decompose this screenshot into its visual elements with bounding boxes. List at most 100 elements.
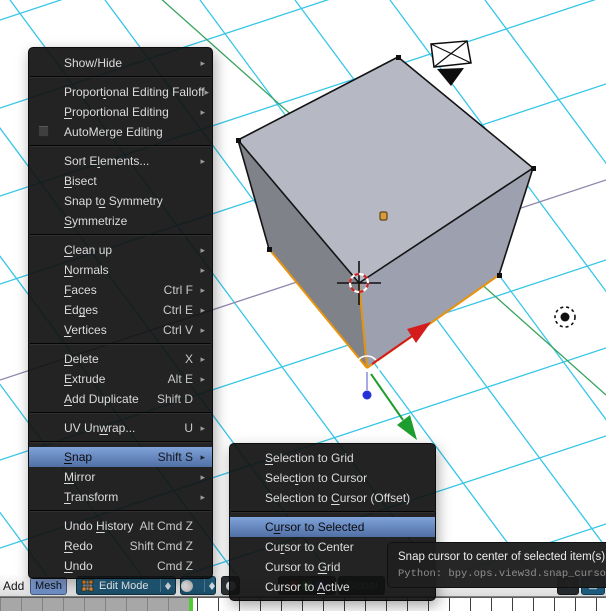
menu-separator — [231, 511, 434, 513]
tooltip-python-hint: Python: bpy.ops.view3d.snap_cursor_ — [398, 568, 606, 580]
tooltip: Snap cursor to center of selected item(s… — [387, 542, 606, 588]
menu-item-label: Bisect — [64, 174, 97, 188]
menu-item-label: Snap to Symmetry — [64, 194, 163, 208]
blender-window: Add Mesh Edit Mode Show/Hide ▸ Proportio… — [0, 0, 606, 611]
menu-item-snap[interactable]: Snap Shift S ▸ — [29, 447, 212, 467]
menu-item-shortcut: Shift S — [157, 450, 193, 464]
submenu-arrow-icon: ▸ — [200, 244, 205, 255]
menu-item-label: Add Duplicate — [64, 392, 139, 406]
menu-item-shortcut: Cmd Z — [157, 559, 193, 573]
menu-item-undo-history[interactable]: Undo History Alt Cmd Z — [29, 516, 212, 536]
menu-item-shortcut: Ctrl E — [163, 303, 193, 317]
menu-item-selection-to-grid[interactable]: Selection to Grid — [230, 448, 435, 468]
timeline-out-of-range — [0, 598, 190, 611]
menu-item-label: Mirror — [64, 470, 96, 484]
submenu-arrow-icon: ▸ — [200, 155, 205, 166]
menu-item-redo[interactable]: Redo Shift Cmd Z — [29, 536, 212, 556]
menu-item-vertices[interactable]: Vertices Ctrl V ▸ — [29, 320, 212, 340]
menu-item-clean-up[interactable]: Clean up ▸ — [29, 240, 212, 260]
submenu-arrow-icon: ▸ — [200, 304, 205, 315]
mesh-menu-label: Mesh — [35, 580, 62, 592]
menu-item-uv-unwrap[interactable]: UV Unwrap... U ▸ — [29, 418, 212, 438]
menu-separator — [30, 76, 211, 78]
menu-item-label: Normals — [64, 263, 109, 277]
viewport-shading-icon — [181, 579, 193, 592]
menu-separator — [30, 145, 211, 147]
menu-item-shortcut: Shift D — [156, 392, 193, 406]
menu-item-label: Transform — [64, 490, 119, 504]
submenu-arrow-icon: ▸ — [200, 57, 205, 68]
menu-item-label: Redo — [64, 539, 93, 553]
menu-item-proportional-editing-falloff[interactable]: Proportional Editing Falloff ▸ — [29, 82, 212, 102]
menu-item-shortcut: Alt E — [167, 372, 193, 386]
object-origin-dot — [379, 211, 388, 221]
menu-item-shortcut: Ctrl V — [163, 323, 193, 337]
menu-item-selection-to-cursor[interactable]: Selection to Cursor — [230, 468, 435, 488]
menu-item-label: Selection to Cursor (Offset) — [265, 491, 411, 505]
menu-item-automerge-editing[interactable]: AutoMerge Editing — [29, 122, 212, 142]
menu-item-cursor-to-selected[interactable]: Cursor to Selected — [230, 517, 435, 537]
menu-item-snap-to-symmetry[interactable]: Snap to Symmetry — [29, 191, 212, 211]
tooltip-title: Snap cursor to center of selected item(s… — [398, 551, 606, 563]
menu-separator — [30, 441, 211, 443]
menu-item-bisect[interactable]: Bisect — [29, 171, 212, 191]
checkbox-icon[interactable] — [38, 126, 49, 137]
menu-item-label: Snap — [64, 450, 93, 464]
add-menu[interactable]: Add — [3, 579, 24, 593]
submenu-arrow-icon: ▸ — [200, 324, 205, 335]
menu-item-label: Cursor to Selected — [265, 520, 365, 534]
menu-separator — [30, 234, 211, 236]
menu-item-label: Delete — [64, 352, 99, 366]
dropdown-arrows-icon — [160, 579, 171, 592]
menu-item-shortcut: Ctrl F — [163, 283, 193, 297]
menu-item-symmetrize[interactable]: Symmetrize — [29, 211, 212, 231]
menu-item-extrude[interactable]: Extrude Alt E ▸ — [29, 369, 212, 389]
submenu-arrow-icon: ▸ — [200, 353, 205, 364]
mesh-menu-panel: Show/Hide ▸ Proportional Editing Falloff ▸ P… — [28, 47, 213, 579]
menu-item-label: Vertices — [64, 323, 107, 337]
menu-item-show-hide[interactable]: Show/Hide ▸ — [29, 53, 212, 73]
menu-item-normals[interactable]: Normals ▸ — [29, 260, 212, 280]
menu-item-label: Faces — [64, 283, 97, 297]
menu-separator — [30, 343, 211, 345]
submenu-arrow-icon: ▸ — [200, 106, 205, 117]
submenu-arrow-icon: ▸ — [200, 451, 205, 462]
menu-item-shortcut: Shift Cmd Z — [129, 539, 193, 553]
menu-item-label: Undo History — [64, 519, 134, 533]
menu-separator — [30, 412, 211, 414]
menu-item-shortcut: X — [184, 352, 193, 366]
submenu-arrow-icon: ▸ — [200, 422, 205, 433]
menu-item-label: Edges — [64, 303, 99, 317]
menu-item-proportional-editing[interactable]: Proportional Editing ▸ — [29, 102, 212, 122]
menu-item-undo[interactable]: Undo Cmd Z — [29, 556, 212, 576]
submenu-arrow-icon: ▸ — [204, 86, 210, 97]
edit-mode-icon — [81, 579, 94, 592]
menu-item-label: Selection to Grid — [265, 451, 354, 465]
menu-item-label: Clean up — [64, 243, 113, 257]
menu-item-label: AutoMerge Editing — [64, 125, 163, 139]
dropdown-arrows-icon — [204, 579, 215, 592]
menu-item-mirror[interactable]: Mirror ▸ — [29, 467, 212, 487]
submenu-arrow-icon: ▸ — [200, 471, 205, 482]
menu-item-delete[interactable]: Delete X ▸ — [29, 349, 212, 369]
menu-item-label: UV Unwrap... — [64, 421, 136, 435]
menu-item-label: Proportional Editing Falloff — [64, 85, 205, 99]
submenu-arrow-icon: ▸ — [200, 373, 205, 384]
menu-item-label: Selection to Cursor — [265, 471, 368, 485]
mesh-menu-button[interactable]: Mesh — [30, 577, 67, 595]
menu-item-label: Symmetrize — [64, 214, 128, 228]
menu-item-label: Show/Hide — [64, 56, 123, 70]
menu-item-shortcut: Alt Cmd Z — [139, 519, 193, 533]
menu-item-selection-to-cursor-offset[interactable]: Selection to Cursor (Offset) — [230, 488, 435, 508]
menu-item-label: Extrude — [64, 372, 106, 386]
menu-item-faces[interactable]: Faces Ctrl F ▸ — [29, 280, 212, 300]
menu-item-label: Sort Elements... — [64, 154, 150, 168]
menu-item-edges[interactable]: Edges Ctrl E ▸ — [29, 300, 212, 320]
menu-separator — [30, 510, 211, 512]
menu-item-add-duplicate[interactable]: Add Duplicate Shift D — [29, 389, 212, 409]
menu-item-sort-elements[interactable]: Sort Elements... ▸ — [29, 151, 212, 171]
menu-item-transform[interactable]: Transform ▸ — [29, 487, 212, 507]
submenu-arrow-icon: ▸ — [200, 264, 205, 275]
submenu-arrow-icon: ▸ — [200, 491, 205, 502]
menu-item-shortcut: U — [184, 421, 193, 435]
